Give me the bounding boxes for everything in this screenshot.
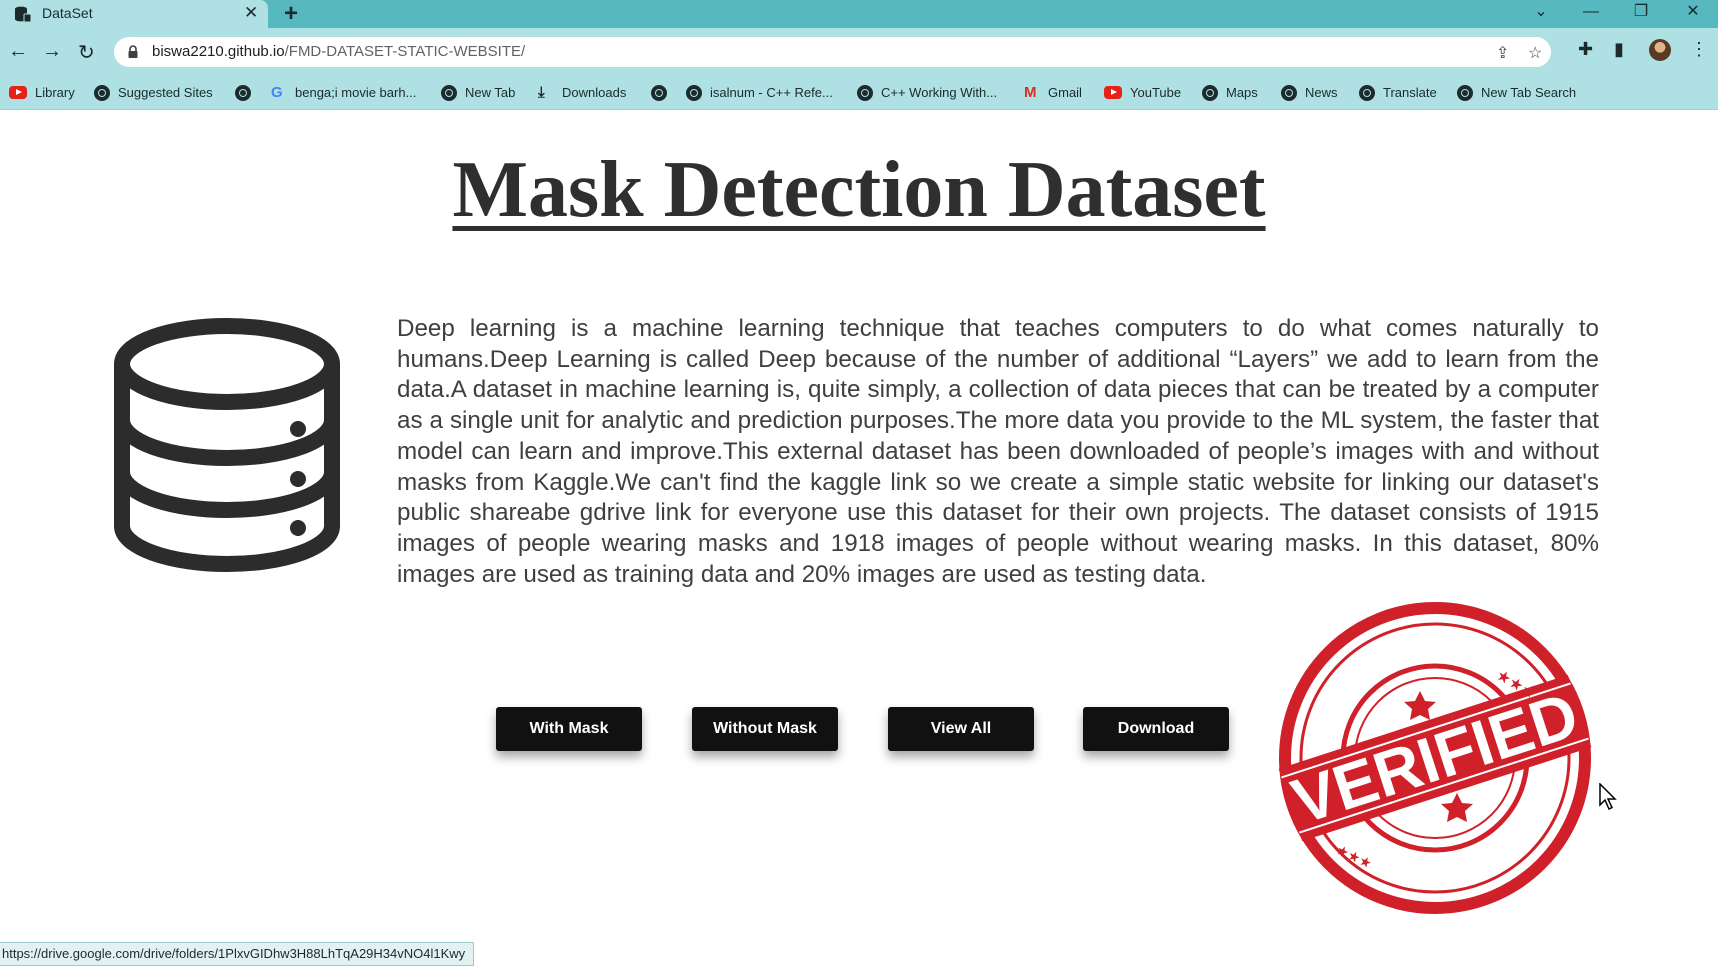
verified-stamp-icon: VERIFIED ★★★ ★★★ [1278, 602, 1592, 914]
globe-icon [651, 84, 667, 101]
download-icon: ⤓ [538, 83, 545, 101]
bookmark-label: Suggested Sites [118, 85, 213, 100]
bookmark-label: Gmail [1048, 85, 1082, 100]
bookmark-label: Translate [1383, 85, 1437, 100]
bookmark-label: YouTube [1130, 85, 1182, 100]
url-host: biswa2210.github.io [152, 43, 285, 60]
database-icon [114, 318, 340, 572]
tab-search-chevron-icon[interactable]: ⌄ [1518, 0, 1564, 26]
bookmark-library[interactable]: Library [9, 76, 75, 109]
dataset-description: Deep learning is a machine learning tech… [397, 315, 1599, 588]
bookmark-maps[interactable]: Maps [1202, 76, 1258, 109]
gmail-icon: M [1024, 83, 1037, 101]
address-bar[interactable]: biswa2210.github.io/FMD-DATASET-STATIC-W… [114, 37, 1551, 67]
globe-icon [1359, 84, 1375, 101]
url-text[interactable]: biswa2210.github.io/FMD-DATASET-STATIC-W… [152, 43, 525, 60]
bookmark-cpp-working[interactable]: C++ Working With... [857, 76, 997, 109]
youtube-icon [9, 86, 27, 99]
page-title: Mask Detection Dataset [452, 146, 1266, 234]
tab-title: DataSet [42, 5, 93, 21]
menu-kebab-icon[interactable]: ⋮ [1690, 39, 1708, 60]
globe-icon [1281, 84, 1297, 101]
active-tab[interactable]: DataSet ✕ [0, 0, 268, 28]
extensions-puzzle-icon[interactable]: ✚ [1578, 39, 1593, 60]
minimize-icon[interactable]: — [1568, 0, 1614, 26]
reload-icon[interactable]: ↻ [78, 40, 95, 65]
share-icon[interactable]: ⇪ [1496, 43, 1509, 63]
bookmark-translate[interactable]: Translate [1359, 76, 1437, 109]
bookmark-label: C++ Working With... [881, 85, 998, 100]
globe-icon [235, 84, 251, 101]
view-all-button[interactable]: View All [888, 707, 1034, 751]
tab-close-icon[interactable]: ✕ [244, 3, 258, 23]
google-icon: G [271, 83, 283, 101]
restore-icon[interactable]: ❐ [1618, 0, 1664, 26]
forward-arrow-icon[interactable]: → [42, 40, 62, 63]
bookmark-label: News [1305, 85, 1338, 100]
browser-chrome: DataSet ✕ + ⌄ — ❐ ✕ ← → ↻ biswa2210.gith… [0, 0, 1718, 110]
bookmark-star-icon[interactable]: ☆ [1528, 43, 1542, 63]
lock-icon [128, 45, 138, 58]
bookmark-downloads[interactable]: ⤓ Downloads [538, 76, 626, 109]
toolbar: ← → ↻ biswa2210.github.io/FMD-DATASET-ST… [0, 28, 1718, 76]
bookmark-new-tab[interactable]: New Tab [441, 76, 515, 109]
bookmark-label: Downloads [562, 85, 627, 100]
download-button[interactable]: Download [1083, 707, 1229, 751]
url-path: /FMD-DATASET-STATIC-WEBSITE/ [284, 43, 526, 60]
bookmark-isalnum[interactable]: isalnum - C++ Refe... [686, 76, 833, 109]
globe-icon [857, 84, 873, 101]
close-window-icon[interactable]: ✕ [1670, 0, 1716, 26]
globe-icon [1202, 84, 1218, 101]
bookmark-new-tab-search[interactable]: New Tab Search [1457, 76, 1576, 109]
bookmark-label: isalnum - C++ Refe... [710, 85, 833, 100]
mouse-pointer-icon [1599, 783, 1617, 811]
bookmark-label: Library [35, 85, 75, 100]
bookmark-unnamed-1[interactable] [235, 76, 259, 109]
bookmark-label: New Tab Search [1481, 85, 1577, 100]
bookmark-label: Maps [1226, 85, 1258, 100]
globe-icon [686, 84, 702, 101]
profile-avatar[interactable] [1649, 39, 1671, 61]
tab-strip: DataSet ✕ + ⌄ — ❐ ✕ [0, 0, 1718, 28]
bookmark-unnamed-2[interactable] [651, 76, 675, 109]
globe-icon [1457, 84, 1473, 101]
database-favicon-icon [15, 6, 31, 23]
bookmark-bengali-movie[interactable]: Gbenga;i movie barh... [271, 76, 416, 109]
bookmark-label: New Tab [465, 85, 516, 100]
status-bar-link-preview: https://drive.google.com/drive/folders/1… [0, 942, 475, 966]
youtube-icon [1104, 86, 1122, 99]
bookmark-news[interactable]: News [1281, 76, 1338, 109]
without-mask-button[interactable]: Without Mask [692, 707, 838, 751]
bookmarks-bar: Library Suggested Sites Gbenga;i movie b… [0, 76, 1718, 110]
bookmark-youtube[interactable]: YouTube [1104, 76, 1181, 109]
bookmark-suggested-sites[interactable]: Suggested Sites [94, 76, 213, 109]
back-arrow-icon[interactable]: ← [8, 40, 28, 63]
bookmark-label: benga;i movie barh... [295, 85, 417, 100]
globe-icon [94, 84, 110, 101]
new-tab-button[interactable]: + [284, 0, 298, 28]
bookmark-gmail[interactable]: M Gmail [1024, 76, 1082, 109]
side-panel-icon[interactable]: ▮ [1614, 39, 1624, 60]
with-mask-button[interactable]: With Mask [496, 707, 642, 751]
globe-icon [441, 84, 457, 101]
